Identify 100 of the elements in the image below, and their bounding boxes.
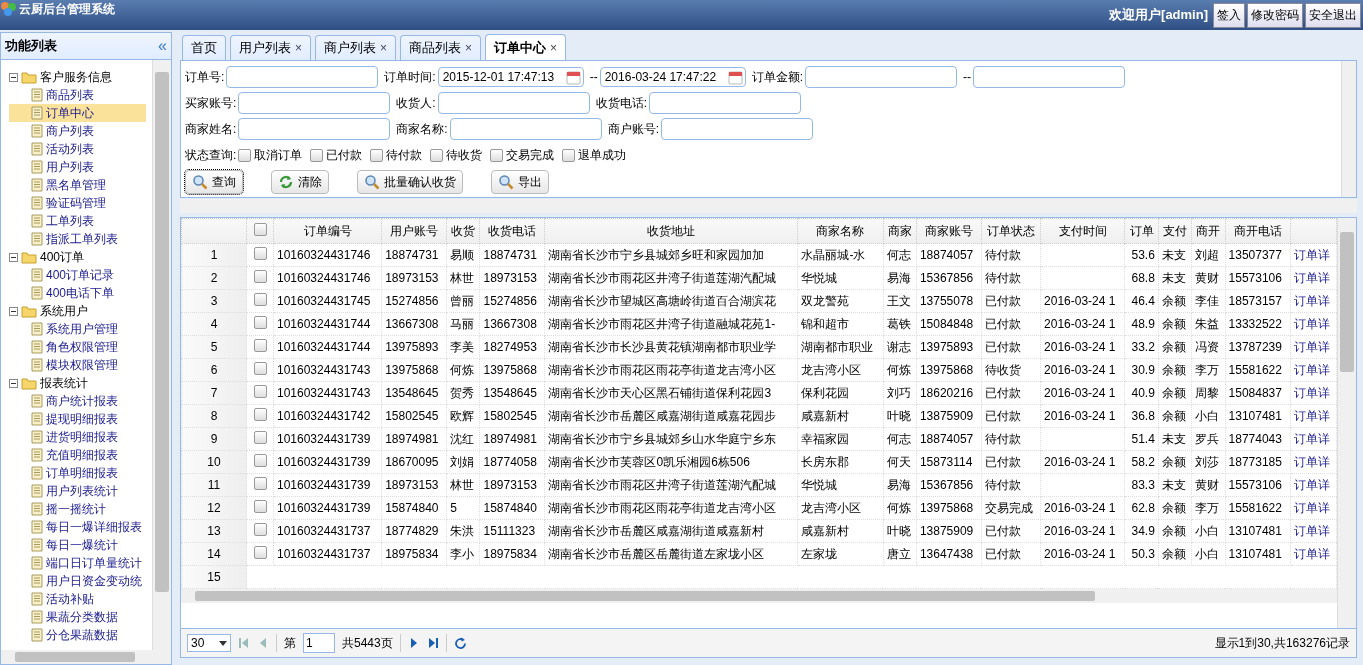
input-field[interactable] — [973, 66, 1126, 88]
tree-item[interactable]: 订单中心 — [9, 104, 146, 122]
tree-item[interactable]: 验证码管理 — [9, 194, 152, 212]
checkbox[interactable] — [253, 546, 267, 559]
header-button[interactable]: 签入 — [1213, 2, 1245, 28]
column-header[interactable]: 商开 — [1191, 218, 1226, 244]
action-button[interactable]: 导出 — [491, 170, 549, 194]
tree-item[interactable]: 工单列表 — [9, 212, 152, 230]
tree-item[interactable]: 提现明细报表 — [9, 410, 152, 428]
checkbox[interactable] — [310, 148, 324, 162]
column-header[interactable]: 收货 — [446, 218, 480, 244]
checkbox[interactable] — [238, 148, 252, 162]
tree-item[interactable]: 活动补贴 — [9, 590, 152, 608]
input-field[interactable] — [238, 92, 391, 114]
collapse-button[interactable]: « — [158, 37, 167, 55]
tree-item[interactable]: 商户统计报表 — [9, 392, 152, 410]
tree-group[interactable]: 系统用户 — [9, 302, 152, 320]
tab[interactable]: 商户列表 × — [315, 35, 397, 60]
input-field[interactable] — [649, 92, 802, 114]
tab[interactable]: 用户列表 × — [230, 35, 311, 60]
collapse-toggle-icon[interactable] — [9, 252, 18, 262]
calendar-icon[interactable] — [565, 69, 581, 85]
checkbox[interactable] — [370, 148, 384, 162]
checkbox[interactable] — [253, 477, 267, 490]
tree-item[interactable]: 黑名单管理 — [9, 176, 152, 194]
column-header[interactable]: 收货地址 — [545, 218, 798, 244]
input-field[interactable] — [238, 118, 391, 140]
tree-item[interactable]: 果蔬分类数据 — [9, 608, 152, 626]
input-field[interactable] — [449, 118, 602, 140]
tree-group[interactable]: 400订单 — [9, 248, 152, 266]
checkbox[interactable] — [253, 431, 267, 444]
checkbox[interactable] — [490, 148, 504, 162]
column-header[interactable]: 商家名称 — [797, 218, 883, 244]
checkbox[interactable] — [253, 385, 267, 398]
collapse-toggle-icon[interactable] — [9, 306, 18, 316]
input-field[interactable] — [437, 92, 590, 114]
collapse-toggle-icon[interactable] — [9, 378, 18, 388]
column-header[interactable]: 商家 — [883, 218, 917, 244]
tree-item[interactable]: 每日一爆详细报表 — [9, 518, 152, 536]
checkbox[interactable] — [253, 316, 267, 329]
checkbox[interactable] — [253, 500, 267, 513]
tree-item[interactable]: 摇一摇统计 — [9, 500, 152, 518]
tree-item[interactable]: 进货明细报表 — [9, 428, 152, 446]
action-button[interactable]: 查询 — [185, 170, 243, 194]
tree-item[interactable]: 用户列表统计 — [9, 482, 152, 500]
tree-group[interactable]: 报表统计 — [9, 374, 152, 392]
checkbox[interactable] — [253, 293, 267, 306]
column-header[interactable]: 用户账号 — [381, 218, 447, 244]
header-button[interactable]: 修改密码 — [1247, 2, 1303, 28]
tree-item[interactable]: 分仓果蔬数据 — [9, 626, 152, 644]
tree-item[interactable]: 模块权限管理 — [9, 356, 152, 374]
scrollbar[interactable] — [1341, 61, 1356, 197]
tree-item[interactable]: 每日一爆统计 — [9, 536, 152, 554]
refresh-icon[interactable] — [453, 636, 467, 650]
checkbox[interactable] — [562, 148, 576, 162]
tree-group[interactable]: 客户服务信息 — [9, 68, 152, 86]
tree-item[interactable]: 系统用户管理 — [9, 320, 152, 338]
column-header[interactable]: 商开电话 — [1225, 218, 1291, 244]
tree-item[interactable]: 400电话下单 — [9, 284, 152, 302]
checkbox[interactable] — [253, 270, 267, 283]
column-header[interactable]: 支付时间 — [1040, 218, 1125, 244]
checkbox[interactable] — [253, 523, 267, 536]
page-size-select[interactable]: 30 — [187, 634, 231, 652]
tab[interactable]: 商品列表 × — [400, 35, 482, 60]
date-field[interactable]: 2015-12-01 17:47:13 — [437, 67, 584, 87]
tree-item[interactable]: 订单明细报表 — [9, 464, 152, 482]
scrollbar[interactable] — [180, 199, 1357, 213]
column-header[interactable]: 订单状态 — [981, 218, 1041, 244]
first-page-icon[interactable] — [238, 637, 250, 649]
input-field[interactable] — [226, 66, 379, 88]
tree-item[interactable]: 用户日资金变动统 — [9, 572, 152, 590]
tree-item[interactable]: 充值明细报表 — [9, 446, 152, 464]
tree-item[interactable]: 端口日订单量统计 — [9, 554, 152, 572]
tree-item[interactable]: 商品列表 — [9, 86, 152, 104]
collapse-toggle-icon[interactable] — [9, 72, 18, 82]
checkbox[interactable] — [253, 454, 267, 467]
scrollbar[interactable] — [152, 60, 171, 650]
checkbox[interactable] — [253, 339, 267, 352]
checkbox[interactable] — [253, 408, 267, 421]
column-header[interactable]: 订单编号 — [273, 218, 382, 244]
calendar-icon[interactable] — [727, 69, 743, 85]
action-button[interactable]: 清除 — [271, 170, 329, 194]
column-header[interactable]: 商家账号 — [916, 218, 982, 244]
column-header[interactable]: 支付 — [1158, 218, 1192, 244]
date-field[interactable]: 2016-03-24 17:47:22 — [599, 67, 746, 87]
header-button[interactable]: 安全退出 — [1305, 2, 1361, 28]
column-header[interactable]: 订单 — [1124, 218, 1159, 244]
tree-item[interactable]: 用户列表 — [9, 158, 152, 176]
scrollbar[interactable] — [181, 589, 1337, 603]
tab[interactable]: 订单中心 × — [485, 34, 567, 60]
tree-item[interactable]: 指派工单列表 — [9, 230, 152, 248]
page-input[interactable]: 1 — [303, 633, 335, 653]
input-field[interactable] — [661, 118, 814, 140]
checkbox[interactable] — [253, 362, 267, 375]
tree-item[interactable]: 400订单记录 — [9, 266, 152, 284]
checkbox[interactable] — [253, 223, 267, 236]
checkbox[interactable] — [430, 148, 444, 162]
scrollbar[interactable] — [1337, 218, 1356, 628]
tree-item[interactable]: 商户列表 — [9, 122, 152, 140]
scrollbar[interactable] — [1, 650, 171, 664]
